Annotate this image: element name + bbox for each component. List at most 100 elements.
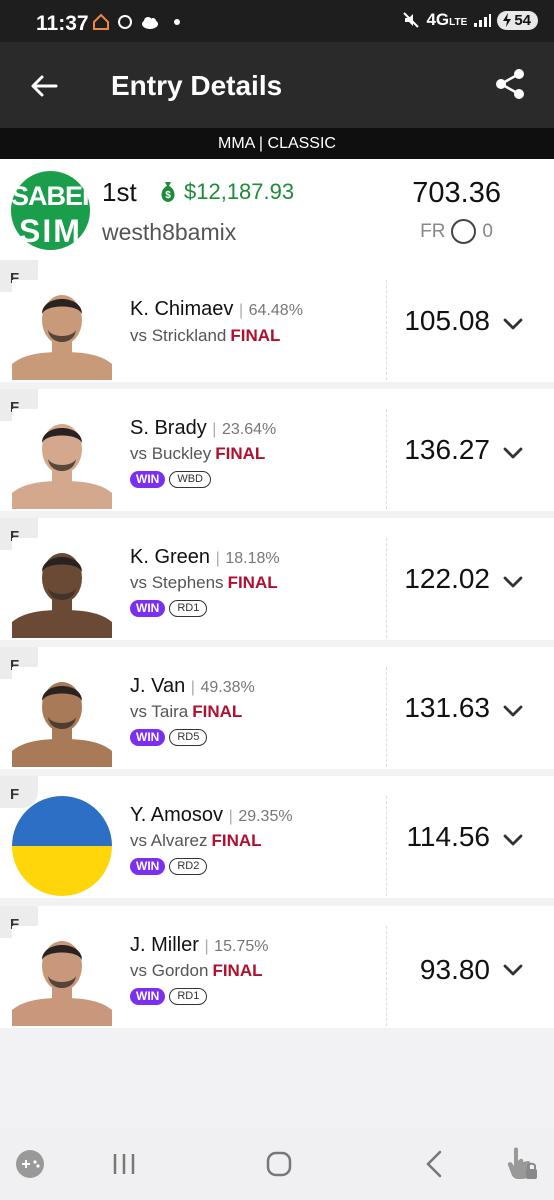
player-name: S. Brady <box>130 417 207 439</box>
matchup-row: vs Taira FINAL <box>130 702 242 722</box>
player-photo <box>12 409 112 509</box>
game-status: FINAL <box>227 573 278 592</box>
system-back-button[interactable] <box>416 1146 452 1182</box>
share-icon <box>496 69 524 99</box>
ownership-pct: 18.18% <box>225 550 280 567</box>
player-photo <box>12 280 112 380</box>
player-card[interactable]: F S. Brady | 23.64% vs Buckley FINAL WIN WBD 1… <box>0 389 554 511</box>
touch-lock-button[interactable] <box>504 1146 540 1182</box>
gamepad-icon <box>16 1150 44 1178</box>
position-badge: F <box>0 776 38 808</box>
player-score: 136.27 <box>404 434 490 465</box>
game-status: FINAL <box>212 961 263 980</box>
card-divider <box>386 926 387 1026</box>
system-nav-bar <box>0 1128 554 1200</box>
player-photo-flag <box>12 796 112 896</box>
player-name: J. Miller <box>130 934 199 956</box>
matchup-row: vs Gordon FINAL <box>130 961 262 981</box>
chevron-down-icon[interactable] <box>500 440 526 466</box>
chevron-down-icon[interactable] <box>500 957 526 983</box>
matchup-row: vs Strickland FINAL <box>130 326 280 346</box>
player-card[interactable]: F J. Miller | 15.75% vs Gordon FINAL WIN RD1 9… <box>0 906 554 1028</box>
result-badges: WIN RD2 <box>130 858 208 875</box>
player-card[interactable]: F K. Green | 18.18% vs Stephens FINAL WIN RD1… <box>0 518 554 640</box>
win-badge: WIN <box>130 858 166 875</box>
player-name-row: K. Green | 18.18% <box>130 546 280 568</box>
touch-lock-icon <box>507 1147 537 1179</box>
app-notification-icon <box>118 15 132 29</box>
result-badges: WIN WBD <box>130 471 211 488</box>
recent-apps-button[interactable] <box>106 1146 142 1182</box>
player-score: 93.80 <box>419 954 490 985</box>
card-divider <box>386 667 387 767</box>
sabersim-logo: SABER SIM <box>11 171 90 250</box>
ownership-pct: 49.38% <box>200 679 255 696</box>
method-badge: RD5 <box>169 729 208 746</box>
player-name-row: J. Van | 49.38% <box>130 675 255 697</box>
ownership-pct: 29.35% <box>238 808 293 825</box>
win-badge: WIN <box>130 600 166 617</box>
card-divider <box>386 280 387 380</box>
system-back-icon <box>426 1150 442 1178</box>
matchup-row: vs Buckley FINAL <box>130 444 265 464</box>
player-photo <box>12 538 112 638</box>
entry-winnings: $ $12,187.93 <box>158 179 294 205</box>
player-photo <box>12 926 112 1026</box>
opponent: vs Gordon <box>130 961 209 980</box>
method-badge: RD1 <box>169 600 208 617</box>
fr-circle-icon <box>451 219 477 244</box>
ownership-pct: 23.64% <box>221 421 277 438</box>
notification-icons <box>92 12 180 32</box>
result-badges: WIN RD5 <box>130 729 208 746</box>
status-time: 11:37 <box>36 12 89 35</box>
player-name-row: J. Miller | 15.75% <box>130 934 269 956</box>
ownership-pct: 64.48% <box>248 302 303 319</box>
svg-text:$: $ <box>165 190 171 201</box>
result-badges: WIN RD1 <box>130 988 208 1005</box>
opponent: vs Strickland <box>130 326 227 345</box>
player-card[interactable]: F Y. Amosov | 29.35% vs Alvarez FINAL WIN RD2… <box>0 776 554 898</box>
chevron-down-icon[interactable] <box>500 698 526 724</box>
game-status: FINAL <box>230 326 281 345</box>
entry-summary: SABER SIM 1st $ $12,187.93 westh8bamix 7… <box>0 159 554 260</box>
home-button[interactable] <box>261 1146 297 1182</box>
win-badge: WIN <box>130 471 166 488</box>
home-notification-icon <box>93 13 109 30</box>
method-badge: WBD <box>169 471 211 488</box>
back-arrow-icon <box>31 75 58 97</box>
player-photo <box>12 667 112 767</box>
share-button[interactable] <box>490 64 530 104</box>
chevron-down-icon[interactable] <box>500 827 526 853</box>
player-name-row: K. Chimaev | 64.48% <box>130 298 303 320</box>
player-card[interactable]: F J. Van | 49.38% vs Taira FINAL WIN RD5 131.6… <box>0 647 554 769</box>
opponent: vs Stephens <box>130 573 224 592</box>
player-card[interactable]: F K. Chimaev | 64.48% vs Strickland FINAL 10… <box>0 260 554 382</box>
player-name-row: Y. Amosov | 29.35% <box>130 804 293 826</box>
player-score: 114.56 <box>406 821 490 852</box>
game-launcher-button[interactable] <box>12 1146 48 1182</box>
chevron-down-icon[interactable] <box>500 311 526 337</box>
win-badge: WIN <box>130 729 166 746</box>
player-score: 131.63 <box>404 692 490 723</box>
player-score: 122.02 <box>404 563 490 594</box>
network-type: 4GLTE <box>426 10 468 29</box>
contest-type-bar: MMA | CLASSIC <box>0 128 554 159</box>
result-badges: WIN RD1 <box>130 600 208 617</box>
mute-icon <box>403 12 420 28</box>
player-name: K. Chimaev <box>130 298 234 320</box>
card-divider <box>386 796 387 896</box>
game-status: FINAL <box>211 831 262 850</box>
matchup-row: vs Stephens FINAL <box>130 573 278 593</box>
ownership-pct: 15.75% <box>214 938 269 955</box>
page-title: Entry Details <box>111 70 283 101</box>
win-badge: WIN <box>130 988 166 1005</box>
method-badge: RD2 <box>169 858 208 875</box>
opponent: vs Taira <box>130 702 189 721</box>
entry-username: westh8bamix <box>102 219 237 245</box>
player-name: Y. Amosov <box>130 804 224 826</box>
game-status: FINAL <box>192 702 243 721</box>
opponent: vs Alvarez <box>130 831 208 850</box>
back-button[interactable] <box>24 66 64 106</box>
chevron-down-icon[interactable] <box>500 569 526 595</box>
card-divider <box>386 538 387 638</box>
